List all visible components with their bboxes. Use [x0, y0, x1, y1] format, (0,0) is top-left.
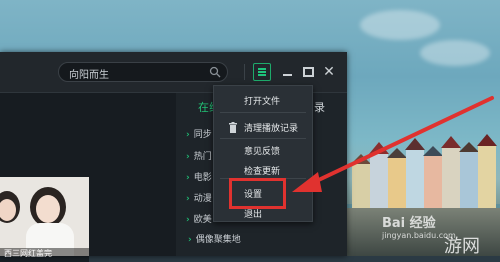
minimize-icon[interactable]	[279, 63, 297, 81]
toolbar-divider	[244, 64, 245, 80]
search-icon[interactable]	[209, 66, 221, 78]
menu-icon[interactable]	[253, 63, 271, 81]
menu-item-check-update[interactable]: 检查更新	[244, 164, 280, 177]
highlight-box	[229, 178, 286, 209]
maximize-icon[interactable]	[299, 63, 317, 81]
category-item[interactable]: › 动漫	[186, 191, 212, 204]
category-item[interactable]: › 热门	[186, 149, 212, 162]
chevron-right-icon: ›	[186, 173, 190, 183]
close-icon[interactable]: ✕	[320, 63, 338, 81]
chevron-right-icon: ›	[186, 152, 190, 162]
chevron-right-icon: ›	[186, 194, 190, 204]
category-item[interactable]: › 偶像聚集地	[188, 232, 241, 245]
menu-item-clear-history[interactable]: 清理播放记录	[244, 121, 298, 134]
list-tab[interactable]: 录	[314, 99, 325, 115]
site-watermark: 游网	[444, 236, 480, 257]
thumbnail-caption: 西三网红盖完	[0, 248, 89, 262]
search-value: 向阳而生	[69, 70, 109, 81]
search-input[interactable]: 向阳而生	[58, 62, 228, 82]
category-item[interactable]: › 欧美	[186, 212, 212, 225]
chevron-right-icon: ›	[188, 235, 192, 245]
menu-item-feedback[interactable]: 意见反馈	[244, 144, 280, 157]
menu-divider	[220, 112, 306, 113]
category-item[interactable]: › 同步	[186, 127, 212, 140]
video-thumbnail[interactable]	[0, 177, 89, 256]
category-item[interactable]: › 电影	[186, 170, 212, 183]
trash-icon	[229, 122, 237, 133]
chevron-right-icon: ›	[186, 215, 190, 225]
chevron-right-icon: ›	[186, 130, 190, 140]
menu-divider	[220, 138, 306, 139]
menu-item-open-file[interactable]: 打开文件	[244, 94, 280, 107]
